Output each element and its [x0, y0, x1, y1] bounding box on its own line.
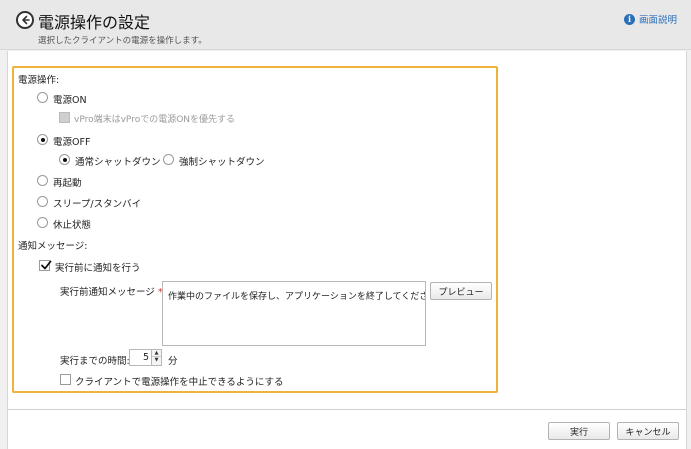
message-textarea[interactable]: 作業中のファイルを保存し、アプリケーションを終了してください。 [162, 281, 426, 346]
time-value: 5 [142, 352, 149, 363]
checkmark-icon [41, 260, 52, 270]
cancel-button[interactable]: キャンセル [617, 422, 679, 440]
vpro-checkbox-label: vPro端末はvProでの電源ONを優先する [74, 115, 236, 125]
radio-force-shutdown[interactable] [163, 154, 174, 165]
radio-sleep-label: スリープ/スタンバイ [53, 199, 142, 210]
help-label: 画面説明 [638, 15, 677, 26]
message-label-text: 実行前通知メッセージ [60, 287, 155, 298]
preview-button[interactable]: プレビュー [430, 282, 492, 300]
radio-normal-shutdown-label: 通常シャットダウン [75, 157, 161, 168]
radio-hibernate-label: 休止状態 [53, 220, 92, 231]
radio-normal-shutdown[interactable] [59, 154, 70, 165]
page-title: 電源操作の設定 [38, 13, 151, 32]
radio-hibernate[interactable] [37, 217, 48, 228]
stepper-down-icon[interactable]: ▼ [152, 357, 161, 364]
notify-before-label: 実行前に通知を行う [55, 263, 141, 274]
notify-section-label: 通知メッセージ: [18, 241, 88, 252]
time-unit: 分 [168, 356, 178, 367]
stepper-arrows: ▲ ▼ [151, 350, 161, 365]
page-subtitle: 選択したクライアントの電源を操作します。 [38, 36, 207, 46]
back-arrow-icon[interactable] [16, 11, 34, 29]
radio-power-off[interactable] [37, 134, 48, 145]
info-icon: i [623, 13, 635, 25]
time-label: 実行までの時間: [60, 356, 130, 367]
radio-restart[interactable] [37, 175, 48, 186]
radio-power-on[interactable] [37, 92, 48, 103]
stepper-up-icon[interactable]: ▲ [152, 350, 161, 357]
vpro-checkbox[interactable] [59, 112, 70, 123]
execute-button[interactable]: 実行 [548, 422, 610, 440]
radio-sleep[interactable] [37, 196, 48, 207]
allow-cancel-checkbox[interactable] [60, 374, 71, 385]
message-label: 実行前通知メッセージ *: [60, 284, 166, 298]
power-section-label: 電源操作: [18, 75, 60, 86]
allow-cancel-label: クライアントで電源操作を中止できるようにする [75, 377, 284, 388]
radio-power-on-label: 電源ON [53, 95, 87, 106]
notify-before-checkbox[interactable] [39, 260, 52, 271]
radio-power-off-label: 電源OFF [53, 137, 91, 148]
time-stepper[interactable]: 5 ▲ ▼ [129, 349, 162, 366]
page-header: 電源操作の設定 選択したクライアントの電源を操作します。 i 画面説明 [0, 0, 691, 50]
radio-restart-label: 再起動 [53, 178, 82, 189]
help-link[interactable]: i 画面説明 [623, 12, 677, 26]
radio-force-shutdown-label: 強制シャットダウン [179, 157, 265, 168]
